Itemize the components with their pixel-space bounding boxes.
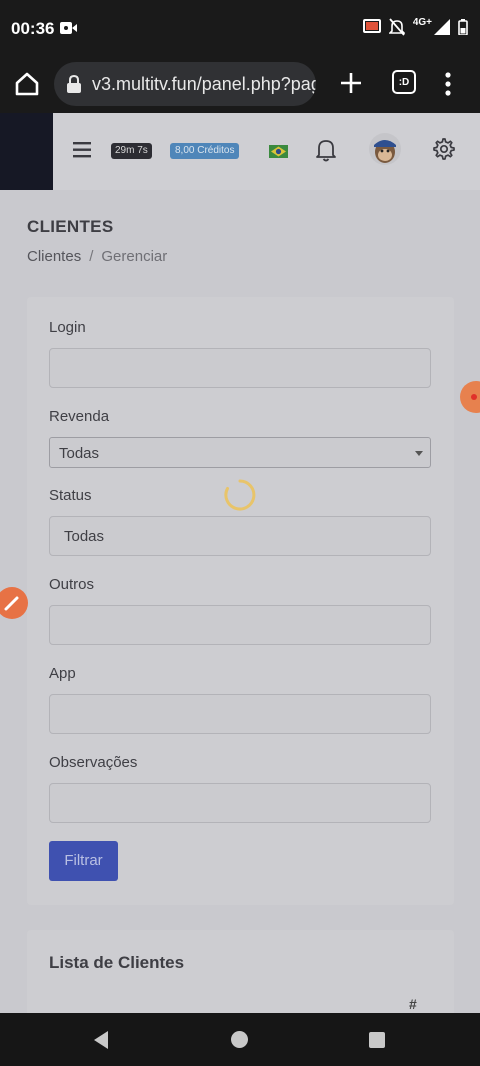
settings-gear-icon[interactable] <box>431 137 455 161</box>
filter-card: Login Revenda Todas Status Todas Outros … <box>27 297 454 905</box>
cast-icon <box>362 19 381 33</box>
login-label: Login <box>49 319 86 336</box>
panel-topbar: 29m 7s 8,00 Créditos <box>53 113 480 190</box>
screen-record-icon <box>60 22 77 34</box>
status-select[interactable]: Todas <box>49 516 431 556</box>
loading-spinner-icon <box>224 479 256 511</box>
browser-toolbar: v3.multitv.fun/panel.php?page=clientes :… <box>0 56 480 113</box>
hamburger-menu-icon[interactable] <box>73 141 93 159</box>
recent-apps-square-icon[interactable] <box>369 1032 385 1048</box>
user-avatar[interactable] <box>369 133 401 165</box>
status-bar: 00:36 4G+ <box>0 0 480 56</box>
login-input[interactable] <box>49 348 431 388</box>
home-circle-icon[interactable] <box>231 1031 248 1048</box>
floating-action-icon[interactable] <box>460 381 480 413</box>
breadcrumb-current: Gerenciar <box>101 248 168 265</box>
more-options-icon[interactable] <box>440 70 456 98</box>
page-content: 29m 7s 8,00 Créditos CLIENTES Clientes /… <box>0 113 480 1013</box>
observacoes-label: Observações <box>49 754 138 771</box>
client-list-title: Lista de Clientes <box>49 953 185 972</box>
page-title: CLIENTES <box>27 217 114 236</box>
filtrar-button[interactable]: Filtrar <box>49 841 118 881</box>
signal-icon <box>434 19 450 35</box>
revenda-select[interactable]: Todas <box>49 437 431 468</box>
avatar-image <box>369 133 401 165</box>
breadcrumb-root-link[interactable]: Clientes <box>27 248 81 265</box>
revenda-label: Revenda <box>49 408 110 425</box>
session-timer-badge: 29m 7s <box>111 143 152 159</box>
battery-icon <box>458 19 468 35</box>
mute-icon <box>388 18 405 36</box>
system-navigation-bar <box>0 1013 480 1066</box>
url-text: v3.multitv.fun/panel.php?page=clientes <box>92 74 316 94</box>
notifications-bell-icon[interactable] <box>315 138 337 162</box>
breadcrumb: Clientes / Gerenciar <box>27 248 167 265</box>
sidebar-logo-area <box>0 113 53 190</box>
observacoes-input[interactable] <box>49 783 431 823</box>
chevron-down-icon <box>415 451 423 456</box>
lock-icon <box>67 75 81 93</box>
credits-badge: 8,00 Créditos <box>170 143 240 159</box>
outros-label: Outros <box>49 576 95 593</box>
new-tab-icon[interactable] <box>338 70 364 96</box>
outros-input[interactable] <box>49 605 431 645</box>
status-label: Status <box>49 487 92 504</box>
address-bar[interactable]: v3.multitv.fun/panel.php?page=clientes <box>54 62 316 106</box>
home-icon[interactable] <box>14 71 40 97</box>
breadcrumb-separator: / <box>89 248 94 265</box>
back-triangle-icon[interactable] <box>92 1030 110 1050</box>
customizer-brush-icon[interactable] <box>0 587 28 619</box>
status-time: 00:36 <box>11 19 55 38</box>
tab-switcher-icon[interactable]: :D <box>392 70 416 94</box>
app-input[interactable] <box>49 694 431 734</box>
column-header-number[interactable]: # <box>409 996 417 1012</box>
tab-count: :D <box>398 76 410 88</box>
app-label: App <box>49 665 76 682</box>
network-type-label: 4G+ <box>412 16 432 28</box>
client-list-card: Lista de Clientes # <box>27 930 454 1013</box>
brazil-flag-icon[interactable] <box>269 145 288 158</box>
revenda-selected-value: Todas <box>59 445 100 462</box>
